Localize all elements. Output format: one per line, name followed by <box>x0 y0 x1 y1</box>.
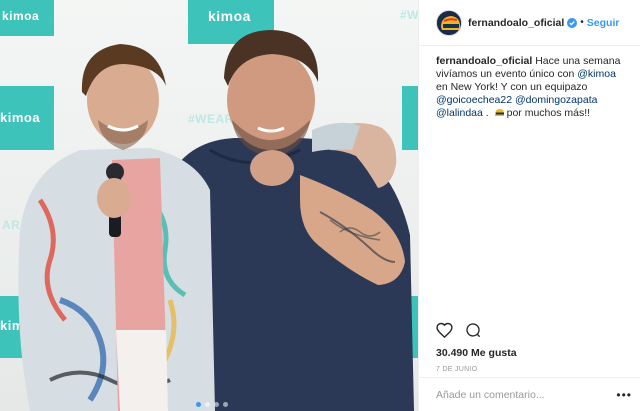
post-photo[interactable]: kimoa kimoa kimoa kimoa #WEARE #W AR <box>0 0 418 411</box>
comment-bubble-icon[interactable] <box>465 322 481 343</box>
comment-input[interactable] <box>436 388 617 401</box>
carousel-indicator <box>196 402 228 407</box>
post-actions <box>436 322 481 343</box>
helmet-avatar-icon <box>437 10 461 35</box>
mention-link[interactable]: @lalindaa <box>436 107 483 119</box>
username-link[interactable]: fernandoalo_oficial <box>468 17 564 29</box>
carousel-dot <box>223 402 228 407</box>
caption-text: por muchos más!! <box>506 107 591 119</box>
verified-badge-icon <box>567 17 578 28</box>
caption-text: . <box>482 107 492 119</box>
instagram-post: kimoa kimoa kimoa kimoa #WEARE #W AR <box>0 0 640 411</box>
carousel-dot <box>214 402 219 407</box>
header-separator: • <box>580 17 584 28</box>
carousel-dot-active <box>196 402 201 407</box>
follow-button[interactable]: Seguir <box>587 17 620 29</box>
caption-username[interactable]: fernandoalo_oficial <box>436 55 532 67</box>
photo-people-illustration <box>18 30 414 411</box>
post-caption: fernandoalo_oficial Hace una semana viví… <box>419 46 640 122</box>
like-heart-icon[interactable] <box>436 322 453 343</box>
post-date[interactable]: 7 DE JUNIO <box>436 366 478 373</box>
likes-count[interactable]: 30.490 Me gusta <box>436 347 517 359</box>
post-side-panel: fernandoalo_oficial • Seguir fernandoalo… <box>418 0 640 411</box>
avatar[interactable] <box>436 9 462 36</box>
mention-link[interactable]: @domingozapata <box>515 94 597 106</box>
carousel-dot <box>205 402 210 407</box>
mention-link[interactable]: @goicoechea22 <box>436 94 512 106</box>
mention-link[interactable]: @kimoa <box>577 68 616 80</box>
comment-bar: ••• <box>419 377 640 411</box>
helmet-emoji-icon <box>494 107 505 122</box>
post-header: fernandoalo_oficial • Seguir <box>419 0 640 46</box>
caption-text: en New York! Y con un equipazo <box>436 81 588 93</box>
more-options-icon[interactable]: ••• <box>616 388 632 402</box>
